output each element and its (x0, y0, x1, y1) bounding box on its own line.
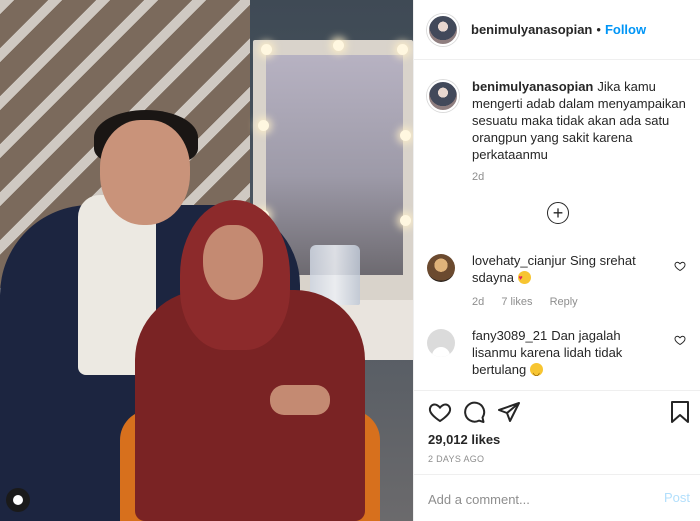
action-bar (428, 400, 690, 426)
mirror-bulb (261, 44, 272, 55)
avatar[interactable] (427, 80, 459, 112)
post-photo[interactable] (0, 0, 413, 521)
avatar[interactable] (427, 254, 455, 282)
add-comment-input[interactable] (428, 490, 628, 508)
mirror-bulb (400, 215, 411, 226)
caption-username[interactable]: benimulyanasopian (472, 79, 593, 94)
share-icon[interactable] (497, 400, 521, 424)
like-count[interactable]: 29,012 likes (428, 432, 500, 447)
load-more-comments-button[interactable]: + (547, 202, 569, 224)
plus-circle-icon: + (552, 203, 564, 223)
mirror-bulb (258, 120, 269, 131)
man-face (100, 120, 190, 225)
comment-text: lovehaty_cianjur Sing srehat sdayna (472, 252, 662, 287)
comment-username[interactable]: lovehaty_cianjur (472, 253, 566, 268)
caption-text: benimulyanasopian Jika kamu mengerti adab… (472, 78, 692, 163)
mirror-bulb (400, 130, 411, 141)
post-timestamp[interactable]: 2 DAYS AGO (428, 454, 484, 464)
comment-username[interactable]: fany3089_21 (472, 328, 547, 343)
separator-dot: • (596, 22, 601, 37)
comment: lovehaty_cianjur Sing srehat sdayna (427, 252, 692, 287)
post-sidebar: benimulyanasopian • Follow benimulyanaso… (413, 0, 700, 521)
like-heart-icon[interactable] (428, 400, 452, 424)
comment-likes[interactable]: 7 likes (501, 296, 532, 308)
bookmark-icon[interactable] (670, 400, 690, 424)
caption-time[interactable]: 2d (472, 171, 484, 183)
mirror-bulb (397, 44, 408, 55)
post-header: benimulyanasopian • Follow (414, 0, 700, 60)
divider (414, 474, 700, 475)
like-comment-heart-icon[interactable] (674, 260, 686, 272)
smile-emoji (529, 363, 543, 381)
comment-icon[interactable] (462, 400, 486, 424)
avatar[interactable] (427, 13, 459, 46)
woman-hand (270, 385, 330, 415)
reply-button[interactable]: Reply (550, 296, 578, 308)
follow-button[interactable]: Follow (605, 22, 646, 37)
post-comment-button[interactable]: Post (664, 490, 690, 505)
divider (414, 390, 700, 391)
tagged-user-icon[interactable] (6, 488, 30, 512)
heart-eyes-emoji (517, 270, 531, 287)
woman-face (203, 225, 263, 300)
comment: fany3089_21 Dan jagalah lisanmu karena li… (427, 327, 692, 381)
comment-meta: 2d 7 likes Reply (472, 296, 592, 308)
comment-text: fany3089_21 Dan jagalah lisanmu karena li… (472, 327, 662, 381)
header-username[interactable]: benimulyanasopian (471, 22, 592, 37)
like-comment-heart-icon[interactable] (674, 334, 686, 346)
comment-time[interactable]: 2d (472, 296, 484, 308)
caption: benimulyanasopian Jika kamu mengerti adab… (427, 78, 692, 163)
avatar[interactable] (427, 329, 455, 357)
mirror-bulb (333, 40, 344, 51)
